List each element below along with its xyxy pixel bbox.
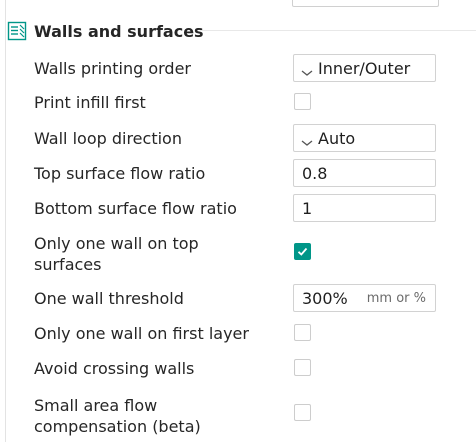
print-infill-first-checkbox[interactable] xyxy=(294,93,311,110)
setting-bottom-surface-flow-ratio: Bottom surface flow ratio 1 xyxy=(0,193,476,223)
walls-printing-order-select[interactable]: Inner/Outer xyxy=(293,54,436,82)
wall-loop-direction-select[interactable]: Auto xyxy=(293,124,436,152)
setting-wall-loop-direction: Wall loop direction Auto xyxy=(0,123,476,153)
avoid-crossing-walls-checkbox[interactable] xyxy=(294,359,311,376)
input-value: 1 xyxy=(302,198,313,218)
chevron-down-icon xyxy=(300,63,314,76)
bottom-surface-flow-ratio-input[interactable]: 1 xyxy=(293,194,436,222)
setting-label: Avoid crossing walls xyxy=(34,359,195,378)
setting-label: Walls printing order xyxy=(34,59,191,78)
walls-surfaces-icon xyxy=(7,21,27,41)
only-one-wall-first-layer-checkbox[interactable] xyxy=(294,324,311,341)
one-wall-threshold-input[interactable]: 300% mm or % xyxy=(293,284,436,312)
setting-label: Top surface flow ratio xyxy=(34,164,206,183)
top-surface-flow-ratio-input[interactable]: 0.8 xyxy=(293,159,436,187)
only-one-wall-top-checkbox[interactable] xyxy=(294,243,311,260)
chevron-down-icon xyxy=(300,133,314,146)
setting-print-infill-first: Print infill first xyxy=(0,91,476,115)
setting-label: Only one wall on first layer xyxy=(34,324,249,343)
select-value: Auto xyxy=(318,128,356,148)
setting-label-line1: Small area flow xyxy=(34,396,158,415)
setting-small-area-flow-compensation: Small area flow compensation (beta) xyxy=(0,394,476,438)
checkmark-icon xyxy=(297,247,308,256)
setting-label-line2: surfaces xyxy=(34,255,102,274)
setting-label: Bottom surface flow ratio xyxy=(34,199,237,218)
setting-walls-printing-order: Walls printing order Inner/Outer xyxy=(0,53,476,83)
input-value: 300% xyxy=(302,288,348,308)
select-value: Inner/Outer xyxy=(318,58,411,78)
setting-only-one-wall-top: Only one wall on top surfaces xyxy=(0,232,476,276)
setting-label-line2: compensation (beta) xyxy=(34,417,201,436)
setting-top-surface-flow-ratio: Top surface flow ratio 0.8 xyxy=(0,158,476,188)
setting-avoid-crossing-walls: Avoid crossing walls xyxy=(0,357,476,381)
small-area-flow-compensation-checkbox[interactable] xyxy=(294,404,311,421)
setting-label-line1: Only one wall on top xyxy=(34,234,199,253)
setting-only-one-wall-first-layer: Only one wall on first layer xyxy=(0,322,476,346)
setting-label: One wall threshold xyxy=(34,289,184,308)
setting-label: Print infill first xyxy=(34,93,146,112)
input-value: 0.8 xyxy=(302,163,328,183)
section-header: Walls and surfaces xyxy=(7,18,204,44)
setting-label: Wall loop direction xyxy=(34,129,182,148)
section-title: Walls and surfaces xyxy=(34,21,204,41)
section-divider xyxy=(200,30,476,31)
unit-label: mm or % xyxy=(366,290,426,306)
setting-one-wall-threshold: One wall threshold 300% mm or % xyxy=(0,283,476,313)
previous-field-box[interactable] xyxy=(292,0,439,7)
